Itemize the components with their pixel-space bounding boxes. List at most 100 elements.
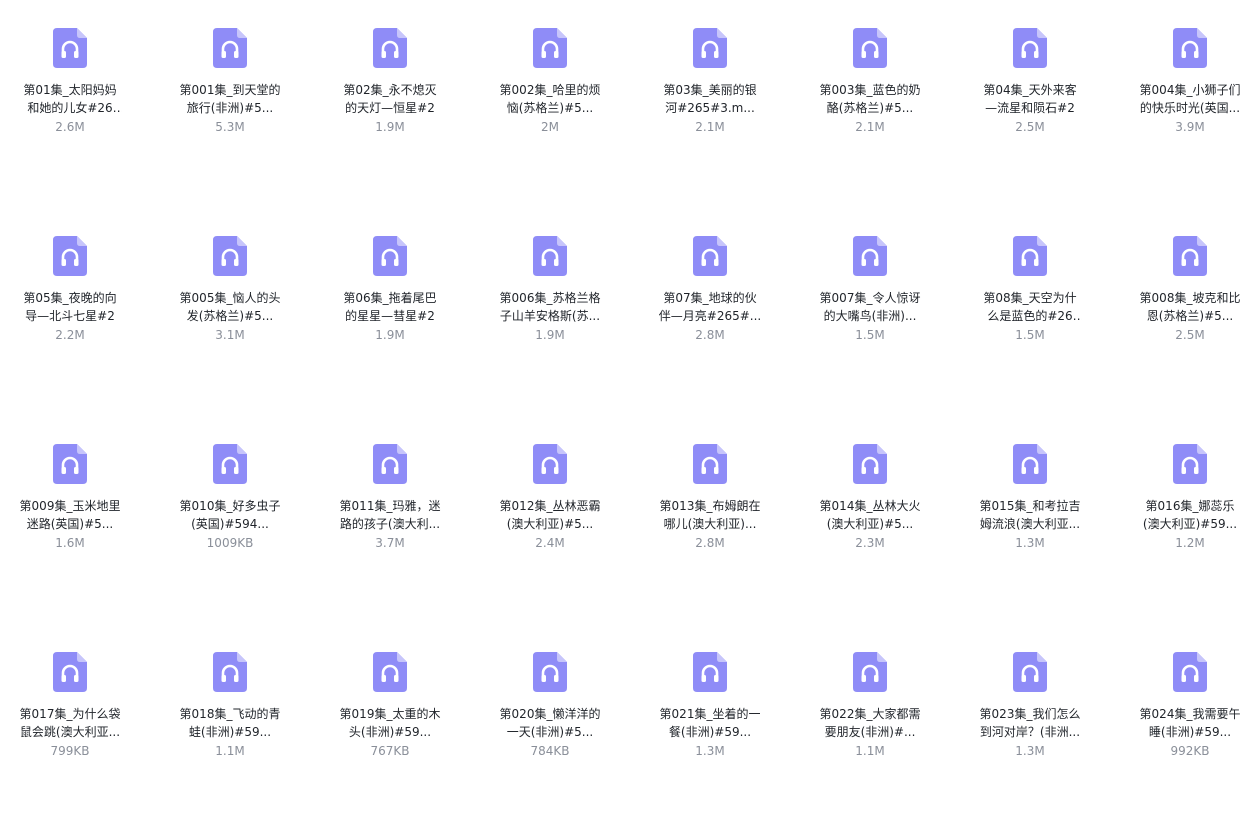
file-item-3[interactable]: 第02集_永不熄灭的天灯—恒星#2 1.9M <box>310 0 470 208</box>
file-item-5[interactable]: 第03集_美丽的银河#265#3.m... 2.1M <box>630 0 790 208</box>
file-item-12[interactable]: 第006集_苏格兰格子山羊安格斯(苏... 1.9M <box>470 208 630 416</box>
file-size: 1009KB <box>206 536 254 550</box>
file-name: 第010集_好多虫子(英国)#594... <box>179 499 281 531</box>
audio-file-icon <box>373 28 407 68</box>
audio-file-icon <box>1173 28 1207 68</box>
file-size: 2.5M <box>1015 120 1045 134</box>
file-name: 第024集_我需要午睡(非洲)#59... <box>1139 707 1241 739</box>
audio-file-icon <box>213 28 247 68</box>
file-name: 第05集_夜晚的向导—北斗七星#2 <box>23 291 117 323</box>
file-item-20[interactable]: 第012集_丛林恶霸(澳大利亚)#5... 2.4M <box>470 416 630 624</box>
file-name: 第006集_苏格兰格子山羊安格斯(苏... <box>499 291 601 323</box>
file-size: 1.3M <box>1015 536 1045 550</box>
file-size: 2.6M <box>55 120 85 134</box>
file-item-9[interactable]: 第05集_夜晚的向导—北斗七星#2 2.2M <box>0 208 150 416</box>
file-size: 799KB <box>50 744 90 758</box>
file-size: 992KB <box>1170 744 1210 758</box>
file-item-6[interactable]: 第003集_蓝色的奶酪(苏格兰)#5... 2.1M <box>790 0 950 208</box>
audio-file-icon <box>533 28 567 68</box>
file-size: 784KB <box>530 744 570 758</box>
file-name: 第015集_和考拉吉姆流浪(澳大利亚... <box>979 499 1081 531</box>
audio-file-icon <box>53 236 87 276</box>
file-item-10[interactable]: 第005集_恼人的头发(苏格兰)#5... 3.1M <box>150 208 310 416</box>
file-name: 第011集_玛雅，迷路的孩子(澳大利... <box>339 499 441 531</box>
file-size: 3.7M <box>375 536 405 550</box>
file-size: 1.3M <box>1015 744 1045 758</box>
file-name: 第01集_太阳妈妈和她的儿女#265... <box>23 83 117 115</box>
file-size: 2.4M <box>535 536 565 550</box>
audio-file-icon <box>693 652 727 692</box>
file-name: 第008集_坡克和比恩(苏格兰)#5... <box>1139 291 1241 323</box>
file-size: 2.5M <box>1175 328 1205 342</box>
audio-file-icon <box>1173 652 1207 692</box>
file-item-25[interactable]: 第017集_为什么袋鼠会跳(澳大利亚... 799KB <box>0 624 150 832</box>
file-item-7[interactable]: 第04集_天外来客—流星和陨石#2 2.5M <box>950 0 1110 208</box>
file-name: 第004集_小狮子们的快乐时光(英国... <box>1139 83 1241 115</box>
audio-file-icon <box>533 236 567 276</box>
file-item-14[interactable]: 第007集_令人惊讶的大嘴鸟(非洲)... 1.5M <box>790 208 950 416</box>
file-item-23[interactable]: 第015集_和考拉吉姆流浪(澳大利亚... 1.3M <box>950 416 1110 624</box>
audio-file-icon <box>373 652 407 692</box>
file-item-4[interactable]: 第002集_哈里的烦恼(苏格兰)#5... 2M <box>470 0 630 208</box>
file-name: 第019集_太重的木头(非洲)#59... <box>339 707 441 739</box>
file-name: 第005集_恼人的头发(苏格兰)#5... <box>179 291 281 323</box>
audio-file-icon <box>53 28 87 68</box>
audio-file-icon <box>373 236 407 276</box>
file-size: 1.9M <box>535 328 565 342</box>
file-item-24[interactable]: 第016集_娜蕊乐(澳大利亚)#59... 1.2M <box>1110 416 1253 624</box>
file-item-22[interactable]: 第014集_丛林大火(澳大利亚)#5... 2.3M <box>790 416 950 624</box>
file-name: 第02集_永不熄灭的天灯—恒星#2 <box>343 83 437 115</box>
file-size: 3.1M <box>215 328 245 342</box>
audio-file-icon <box>1013 444 1047 484</box>
file-name: 第013集_布姆朗在哪儿(澳大利亚)... <box>659 499 761 531</box>
audio-file-icon <box>693 236 727 276</box>
file-name: 第04集_天外来客—流星和陨石#2 <box>983 83 1077 115</box>
audio-file-icon <box>53 652 87 692</box>
file-size: 2M <box>541 120 559 134</box>
file-item-16[interactable]: 第008集_坡克和比恩(苏格兰)#5... 2.5M <box>1110 208 1253 416</box>
file-item-28[interactable]: 第020集_懒洋洋的一天(非洲)#5... 784KB <box>470 624 630 832</box>
file-name: 第016集_娜蕊乐(澳大利亚)#59... <box>1142 499 1238 531</box>
file-size: 2.8M <box>695 536 725 550</box>
audio-file-icon <box>1013 652 1047 692</box>
file-size: 1.1M <box>855 744 885 758</box>
file-item-2[interactable]: 第001集_到天堂的旅行(非洲)#5... 5.3M <box>150 0 310 208</box>
audio-file-icon <box>1013 236 1047 276</box>
file-name: 第014集_丛林大火(澳大利亚)#5... <box>819 499 921 531</box>
audio-file-icon <box>53 444 87 484</box>
file-item-13[interactable]: 第07集_地球的伙伴—月亮#265#... 2.8M <box>630 208 790 416</box>
file-item-18[interactable]: 第010集_好多虫子(英国)#594... 1009KB <box>150 416 310 624</box>
file-item-26[interactable]: 第018集_飞动的青蛙(非洲)#59... 1.1M <box>150 624 310 832</box>
file-item-1[interactable]: 第01集_太阳妈妈和她的儿女#265... 2.6M <box>0 0 150 208</box>
file-size: 5.3M <box>215 120 245 134</box>
file-name: 第017集_为什么袋鼠会跳(澳大利亚... <box>19 707 121 739</box>
file-item-30[interactable]: 第022集_大家都需要朋友(非洲)#... 1.1M <box>790 624 950 832</box>
file-name: 第002集_哈里的烦恼(苏格兰)#5... <box>499 83 601 115</box>
file-item-15[interactable]: 第08集_天空为什么是蓝色的#265... 1.5M <box>950 208 1110 416</box>
file-name: 第018集_飞动的青蛙(非洲)#59... <box>179 707 281 739</box>
audio-file-icon <box>213 652 247 692</box>
file-item-31[interactable]: 第023集_我们怎么到河对岸？(非洲... 1.3M <box>950 624 1110 832</box>
audio-file-icon <box>1173 236 1207 276</box>
file-item-17[interactable]: 第009集_玉米地里迷路(英国)#5... 1.6M <box>0 416 150 624</box>
file-name: 第06集_拖着尾巴的星星—彗星#2 <box>343 291 437 323</box>
file-item-27[interactable]: 第019集_太重的木头(非洲)#59... 767KB <box>310 624 470 832</box>
file-name: 第001集_到天堂的旅行(非洲)#5... <box>179 83 281 115</box>
file-item-19[interactable]: 第011集_玛雅，迷路的孩子(澳大利... 3.7M <box>310 416 470 624</box>
file-name: 第023集_我们怎么到河对岸？(非洲... <box>979 707 1081 739</box>
file-item-29[interactable]: 第021集_坐着的一餐(非洲)#59... 1.3M <box>630 624 790 832</box>
file-name: 第07集_地球的伙伴—月亮#265#... <box>658 291 762 323</box>
audio-file-icon <box>853 652 887 692</box>
file-size: 2.3M <box>855 536 885 550</box>
file-item-8[interactable]: 第004集_小狮子们的快乐时光(英国... 3.9M <box>1110 0 1253 208</box>
file-size: 1.9M <box>375 328 405 342</box>
file-size: 1.5M <box>1015 328 1045 342</box>
file-name: 第020集_懒洋洋的一天(非洲)#5... <box>499 707 601 739</box>
file-item-21[interactable]: 第013集_布姆朗在哪儿(澳大利亚)... 2.8M <box>630 416 790 624</box>
file-grid: 第01集_太阳妈妈和她的儿女#265... 2.6M 第001集_到天堂的旅行(… <box>0 0 1243 792</box>
file-item-32[interactable]: 第024集_我需要午睡(非洲)#59... 992KB <box>1110 624 1253 832</box>
file-size: 1.1M <box>215 744 245 758</box>
file-size: 2.1M <box>695 120 725 134</box>
audio-file-icon <box>853 28 887 68</box>
file-item-11[interactable]: 第06集_拖着尾巴的星星—彗星#2 1.9M <box>310 208 470 416</box>
